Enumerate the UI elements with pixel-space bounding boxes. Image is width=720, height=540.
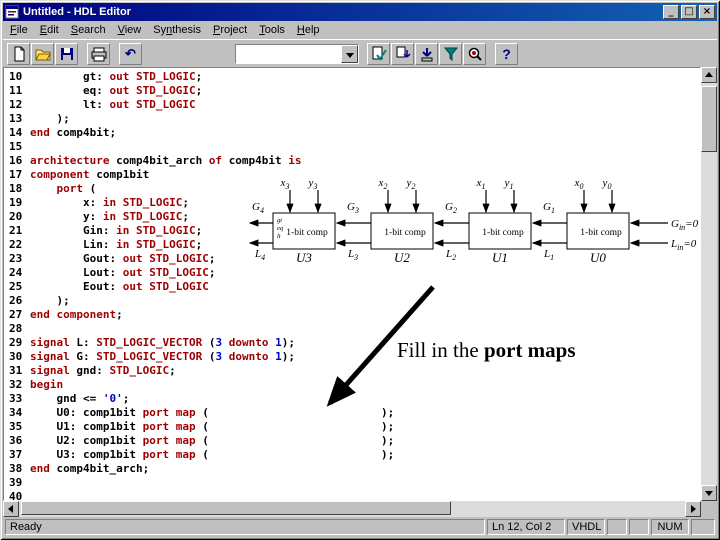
code-line: 20 y: in STD_LOGIC; [9, 210, 189, 223]
open-file-button[interactable] [31, 42, 54, 65]
magnifier-icon [468, 47, 482, 61]
module-selector[interactable] [235, 43, 359, 64]
code-line: 12 lt: out STD_LOGIC [9, 98, 196, 111]
horizontal-scroll-track[interactable] [451, 501, 685, 517]
code-line: 38 end comp4bit_arch; [9, 462, 150, 475]
vertical-scroll-thumb[interactable] [701, 86, 717, 152]
code-line: 34 U0: comp1bit port map ( ); [9, 406, 395, 419]
code-line: 15 [9, 140, 23, 153]
view-report-button[interactable] [463, 42, 486, 65]
code-line: 33 gnd <= '0'; [9, 392, 130, 405]
save-button[interactable] [55, 42, 78, 65]
printer-icon [91, 47, 106, 61]
code-line: 29 signal L: STD_LOGIC_VECTOR (3 downto 1… [9, 336, 295, 349]
window-title: Untitled - HDL Editor [23, 6, 131, 18]
menu-tools[interactable]: Tools [253, 22, 291, 38]
code-line: 27 end component; [9, 308, 123, 321]
menu-file[interactable]: File [4, 22, 34, 38]
code-line: 10 gt: out STD_LOGIC; [9, 70, 203, 83]
statusbar: Ready Ln 12, Col 2 VHDL NUM [3, 517, 717, 537]
help-button[interactable]: ? [495, 42, 518, 65]
new-file-button[interactable] [7, 42, 30, 65]
titlebar: Untitled - HDL Editor _ □ × [3, 3, 717, 21]
code-line: 31 signal gnd: STD_LOGIC; [9, 364, 176, 377]
menu-view[interactable]: View [112, 22, 148, 38]
add-to-project-button[interactable] [391, 42, 414, 65]
status-num-lock: NUM [651, 519, 689, 535]
open-folder-icon [34, 49, 51, 60]
import-template-button[interactable] [415, 42, 438, 65]
close-button[interactable]: × [699, 5, 715, 19]
status-empty-1 [607, 519, 627, 535]
code-line: 13 ); [9, 112, 70, 125]
scroll-right-button[interactable] [685, 501, 701, 517]
code-editor[interactable]: 10 gt: out STD_LOGIC; 11 eq: out STD_LOGI… [3, 67, 701, 501]
code-line: 19 x: in STD_LOGIC; [9, 196, 189, 209]
code-line: 30 signal G: STD_LOGIC_VECTOR (3 downto 1… [9, 350, 295, 363]
menu-search[interactable]: Search [65, 22, 112, 38]
save-floppy-icon [60, 47, 73, 60]
status-language-mode: VHDL [567, 519, 605, 535]
status-empty-3 [691, 519, 715, 535]
code-line: 23 Gout: out STD_LOGIC; [9, 252, 216, 265]
code-line: 16 architecture comp4bit_arch of comp4bit… [9, 154, 302, 167]
horizontal-scroll-thumb[interactable] [21, 501, 451, 515]
code-line: 39 [9, 476, 23, 489]
undo-icon: ↶ [125, 45, 136, 61]
horizontal-scrollbar[interactable] [3, 501, 701, 517]
scroll-down-button[interactable] [701, 485, 717, 501]
code-line: 11 eq: out STD_LOGIC; [9, 84, 203, 97]
code-line: 24 Lout: out STD_LOGIC; [9, 266, 216, 279]
undo-button[interactable]: ↶ [119, 42, 142, 65]
scroll-left-button[interactable] [3, 501, 19, 517]
status-cursor-position: Ln 12, Col 2 [487, 519, 565, 535]
status-empty-2 [629, 519, 649, 535]
maximize-button[interactable]: □ [681, 5, 697, 19]
toolbar: ↶ ? [3, 39, 717, 67]
check-syntax-icon [372, 46, 387, 61]
hdl-editor-window: Untitled - HDL Editor _ □ × File Edit Sear… [0, 0, 720, 540]
vertical-scrollbar[interactable] [701, 67, 717, 501]
code-line: 35 U1: comp1bit port map ( ); [9, 420, 395, 433]
vertical-scroll-track[interactable] [701, 152, 717, 485]
menu-project[interactable]: Project [207, 22, 253, 38]
code-line: 18 port ( [9, 182, 97, 195]
scrollbar-corner [701, 501, 717, 517]
module-selector-input[interactable] [236, 44, 341, 63]
doc-arrow-icon [396, 46, 411, 58]
code-line: 28 [9, 322, 23, 335]
funnel-icon [443, 47, 458, 61]
code-line: 22 Lin: in STD_LOGIC; [9, 238, 203, 251]
code-line: 36 U2: comp1bit port map ( ); [9, 434, 395, 447]
minimize-button[interactable]: _ [663, 5, 679, 19]
new-file-icon [14, 46, 24, 61]
help-icon: ? [502, 45, 511, 62]
check-syntax-button[interactable] [367, 42, 390, 65]
status-ready: Ready [5, 519, 485, 535]
menu-synthesis[interactable]: Synthesis [147, 22, 207, 38]
menu-edit[interactable]: Edit [34, 22, 65, 38]
code-line: 32 begin [9, 378, 64, 391]
code-line: 14 end comp4bit; [9, 126, 117, 139]
code-line: 25 Eout: out STD_LOGIC [9, 280, 209, 293]
code-line: 26 ); [9, 294, 70, 307]
menu-help[interactable]: Help [291, 22, 326, 38]
code-line: 40 [9, 490, 23, 501]
code-line: 17 component comp1bit [9, 168, 150, 181]
code-line: 21 Gin: in STD_LOGIC; [9, 224, 203, 237]
synthesize-button[interactable] [439, 42, 462, 65]
down-arrow-doc-icon [421, 47, 432, 61]
scroll-up-button[interactable] [701, 67, 717, 83]
code-line: 37 U3: comp1bit port map ( ); [9, 448, 395, 461]
print-button[interactable] [87, 42, 110, 65]
menubar: File Edit Search View Synthesis Project Tools H… [3, 21, 717, 39]
app-icon [5, 5, 19, 19]
dropdown-arrow-icon[interactable] [341, 44, 358, 63]
